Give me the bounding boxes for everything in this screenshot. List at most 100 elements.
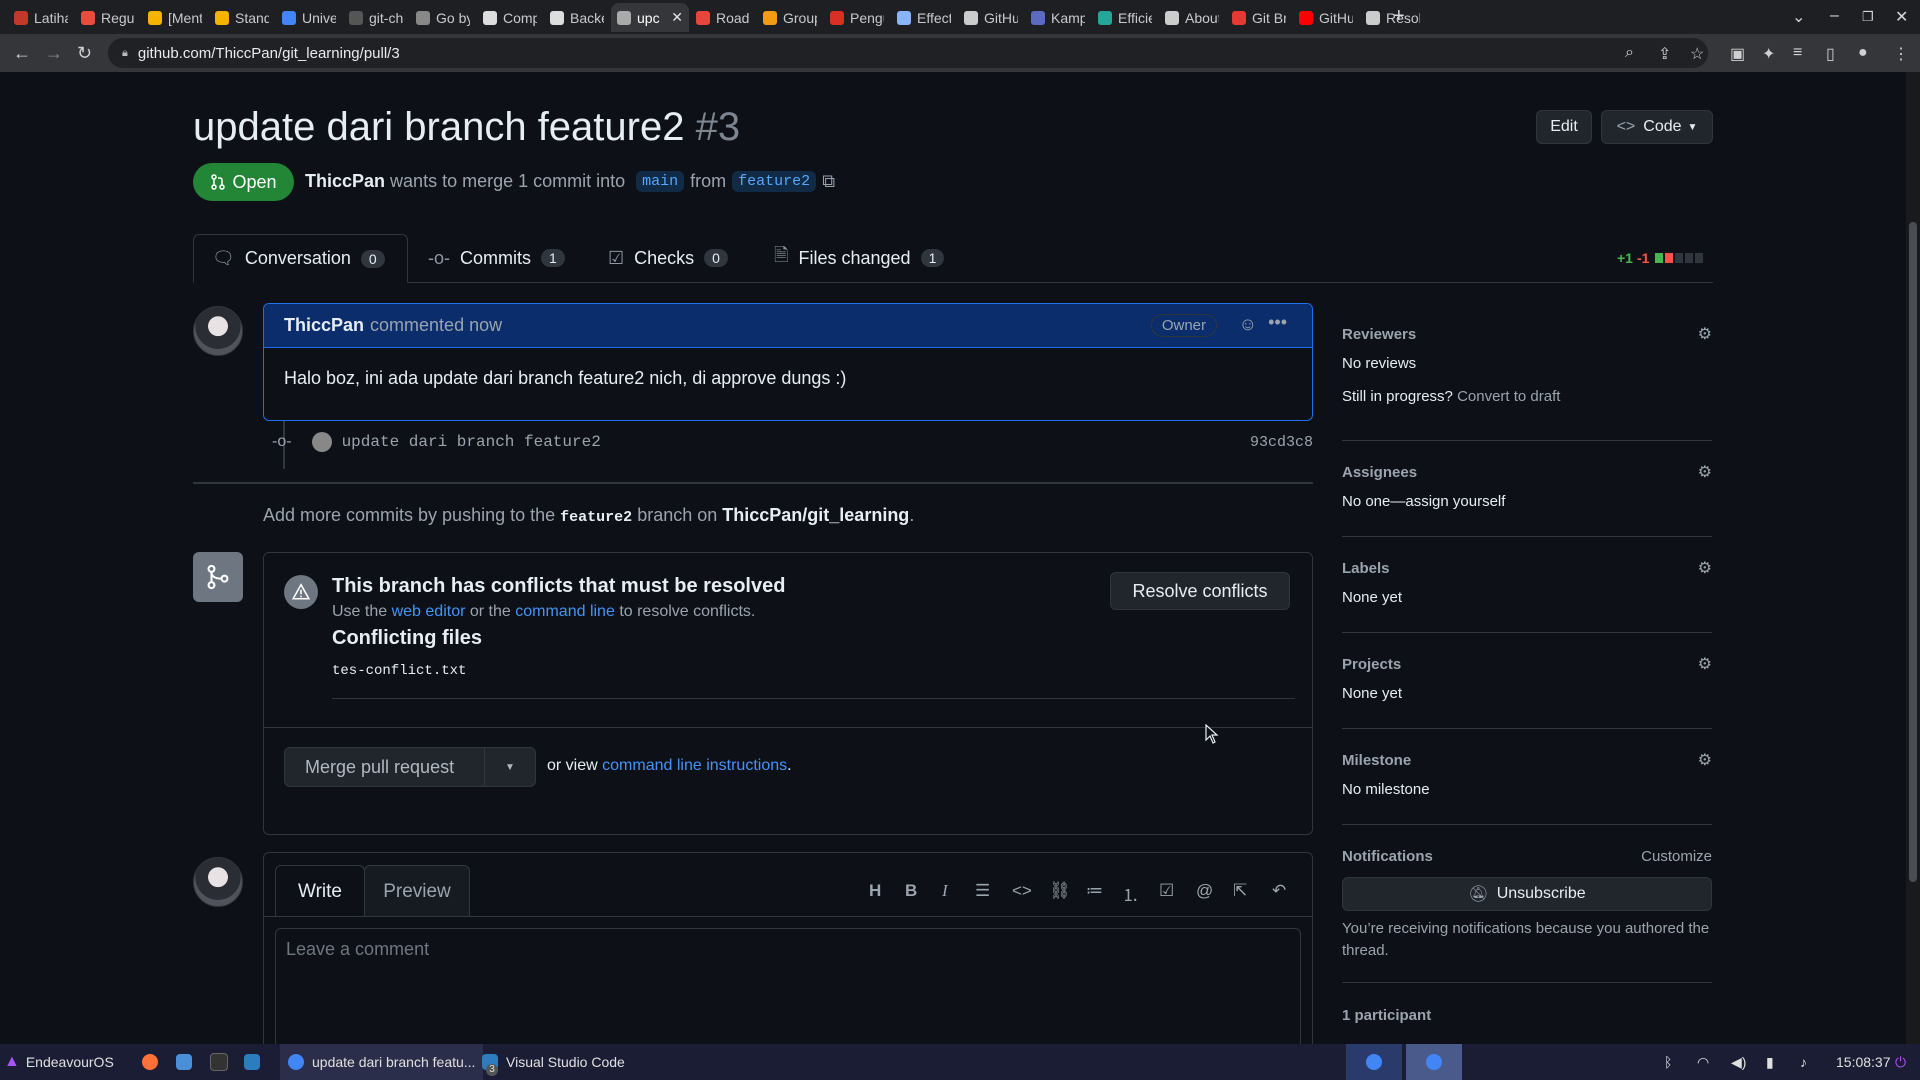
pr-author-link[interactable]: ThiccPan [305, 171, 385, 192]
taskbar-window-vscode[interactable]: 3 Visual Studio Code [482, 1044, 625, 1080]
browser-tab[interactable]: Standa [209, 3, 275, 32]
forward-icon[interactable]: → [45, 43, 63, 64]
link-icon[interactable]: ⛓ [1049, 881, 1071, 901]
gear-icon[interactable]: ⚙ [1698, 462, 1712, 482]
quote-icon[interactable]: ☰ [975, 881, 990, 901]
close-window-icon[interactable]: ✕ [1895, 7, 1908, 27]
terminal-launcher[interactable] [210, 1044, 236, 1080]
heading-icon[interactable]: H [869, 881, 881, 901]
extensions-puzzle-icon[interactable]: ✦ [1762, 44, 1775, 64]
cross-reference-icon[interactable]: ⇱ [1233, 881, 1247, 901]
page-scrollbar[interactable] [1906, 72, 1920, 1044]
command-line-link[interactable]: command line [515, 603, 615, 620]
commit-sha[interactable]: 93cd3c8 [1250, 434, 1313, 451]
side-panel-icon[interactable]: ▯ [1826, 44, 1835, 64]
resolve-conflicts-button[interactable]: Resolve conflicts [1110, 572, 1290, 610]
bookmark-star-icon[interactable]: ☆ [1690, 44, 1704, 64]
browser-tab[interactable]: Backer [544, 3, 610, 32]
browser-tab[interactable]: Regule [75, 3, 141, 32]
wifi-icon[interactable]: ◠ [1697, 1044, 1709, 1080]
merge-pull-request-button[interactable]: Merge pull request [285, 757, 484, 778]
code-button[interactable]: <> Code ▼ [1601, 110, 1713, 144]
avatar[interactable] [193, 857, 243, 907]
unsubscribe-button[interactable]: 🔕︎ Unsubscribe [1342, 877, 1712, 911]
reviewers-title[interactable]: Reviewers [1342, 326, 1712, 343]
vscode-launcher[interactable] [244, 1044, 268, 1080]
comment-author[interactable]: ThiccPan [284, 315, 364, 336]
media-queue-icon[interactable]: ≡ [1793, 44, 1802, 62]
browser-tab[interactable]: Go by [410, 3, 476, 32]
clock[interactable]: 15:08:37 [1836, 1044, 1891, 1080]
hint-repo-link[interactable]: ThiccPan/git_learning [722, 505, 909, 525]
cli-instructions-link[interactable]: command line instructions [602, 757, 787, 774]
close-tab-icon[interactable]: ✕ [671, 9, 683, 26]
browser-tab[interactable]: Roadn [690, 3, 756, 32]
power-icon[interactable]: ⏻ [1895, 1044, 1906, 1080]
base-branch[interactable]: main [636, 171, 685, 192]
tab-conversation[interactable]: 🗨︎ Conversation 0 [193, 234, 408, 283]
browser-tab[interactable]: GitHul [1293, 3, 1359, 32]
browser-tab[interactable]: git-che [343, 3, 409, 32]
workspace-1[interactable] [1346, 1044, 1402, 1080]
taskbar-window-chrome[interactable]: update dari branch featu... [280, 1044, 484, 1080]
merge-options-caret-icon[interactable]: ▼ [484, 748, 535, 786]
reply-icon[interactable]: ↶ [1272, 881, 1286, 901]
task-list-icon[interactable]: ☑︎ [1159, 881, 1174, 901]
new-tab-button[interactable]: + [1393, 5, 1405, 28]
browser-tab[interactable]: Effecti [891, 3, 957, 32]
profile-avatar-icon[interactable]: ● [1858, 44, 1868, 62]
write-tab[interactable]: Write [275, 865, 365, 917]
assign-yourself-link[interactable]: assign yourself [1405, 493, 1505, 510]
reload-icon[interactable]: ↻ [77, 43, 92, 64]
share-icon[interactable]: ⇪ [1658, 44, 1671, 64]
avatar[interactable] [193, 306, 243, 356]
bulleted-list-icon[interactable]: ≔ [1086, 881, 1103, 901]
browser-tab[interactable]: Comp [477, 3, 543, 32]
projects-title[interactable]: Projects [1342, 656, 1712, 673]
preview-tab[interactable]: Preview [364, 865, 470, 917]
gear-icon[interactable]: ⚙ [1698, 750, 1712, 770]
tab-files-changed[interactable]: 🗎︎ Files changed 1 [774, 234, 945, 282]
browser-tab[interactable]: GitHul [958, 3, 1024, 32]
bold-icon[interactable]: B [905, 881, 917, 901]
gear-icon[interactable]: ⚙ [1698, 654, 1712, 674]
kebab-menu-icon[interactable]: ••• [1268, 312, 1287, 333]
customize-link[interactable]: Customize [1641, 848, 1712, 865]
labels-title[interactable]: Labels [1342, 560, 1712, 577]
extension-badge-icon[interactable]: ▣ [1730, 44, 1745, 64]
browser-tab[interactable]: Kamp [1025, 3, 1091, 32]
milestone-title[interactable]: Milestone [1342, 752, 1712, 769]
files-launcher[interactable] [176, 1044, 200, 1080]
browser-tab[interactable]: Pengu [824, 3, 890, 32]
volume-icon[interactable]: ◀) [1731, 1044, 1746, 1080]
numbered-list-icon[interactable]: ⒈ [1122, 881, 1139, 906]
browser-tab[interactable]: Univer [276, 3, 342, 32]
browser-tab[interactable]: About [1159, 3, 1225, 32]
browser-tab[interactable]: [Ment [142, 3, 208, 32]
gear-icon[interactable]: ⚙ [1698, 558, 1712, 578]
head-branch[interactable]: feature2 [732, 171, 817, 192]
browser-tab[interactable]: Efficien [1092, 3, 1158, 32]
comment-textarea[interactable] [275, 928, 1301, 1044]
zoom-icon[interactable]: ⌕ [1625, 44, 1634, 62]
os-menu-button[interactable]: ▲ EndeavourOS [4, 1044, 114, 1080]
tab-commits[interactable]: -o- Commits 1 [428, 234, 565, 282]
web-editor-link[interactable]: web editor [392, 603, 466, 620]
commit-message[interactable]: update dari branch feature2 [342, 433, 601, 451]
convert-to-draft-link[interactable]: Convert to draft [1457, 388, 1560, 405]
gear-icon[interactable]: ⚙ [1698, 324, 1712, 344]
bluetooth-icon[interactable]: ᛒ [1664, 1044, 1672, 1080]
tab-checks[interactable]: ☑︎ Checks 0 [608, 234, 728, 282]
back-icon[interactable]: ← [13, 43, 31, 64]
firefox-launcher[interactable] [142, 1044, 166, 1080]
battery-icon[interactable]: ▮ [1766, 1044, 1774, 1080]
browser-tab[interactable]: Latiha [8, 3, 74, 32]
workspace-2[interactable] [1406, 1044, 1462, 1080]
restore-icon[interactable]: ❐ [1862, 9, 1874, 25]
edit-button[interactable]: Edit [1536, 110, 1592, 144]
browser-menu-icon[interactable]: ⋮ [1893, 44, 1909, 64]
smiley-icon[interactable]: ☺ [1239, 314, 1257, 335]
browser-tab[interactable]: Group [757, 3, 823, 32]
tab-search-chevron-icon[interactable]: ⌄ [1792, 7, 1805, 27]
address-bar[interactable]: 🔒︎ github.com/ThiccPan/git_learning/pull… [108, 38, 1708, 68]
